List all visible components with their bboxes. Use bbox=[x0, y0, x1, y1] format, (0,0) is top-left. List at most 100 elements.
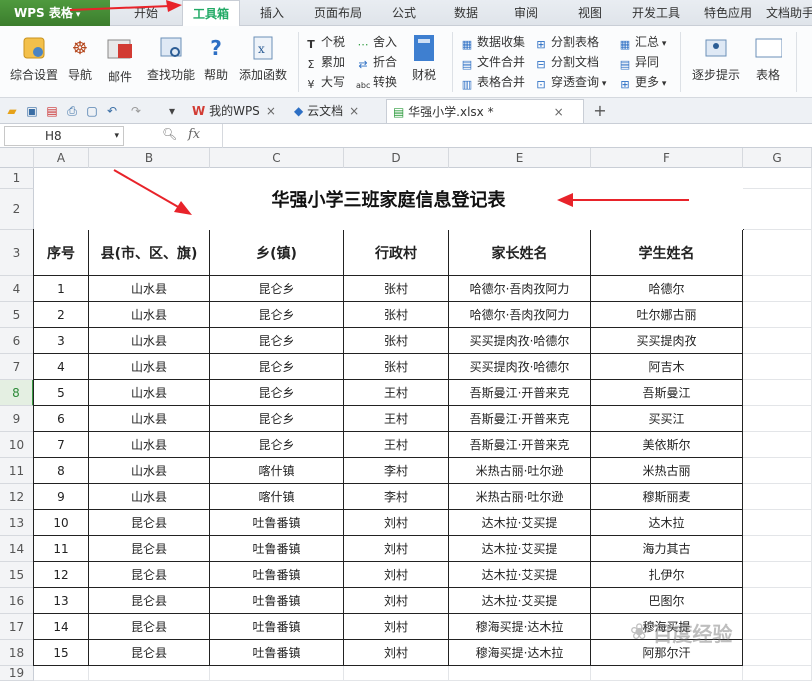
header-cell[interactable]: 学生姓名 bbox=[591, 230, 743, 276]
column-header[interactable]: A bbox=[34, 148, 89, 168]
step-hint-button[interactable]: 逐步提示 bbox=[686, 30, 746, 92]
table-cell[interactable]: 5 bbox=[34, 380, 89, 406]
convert-fold-button[interactable]: ⇄ 折合 bbox=[356, 52, 397, 72]
table-cell[interactable]: 15 bbox=[34, 640, 89, 666]
table-cell[interactable]: 穆海买提·达木拉 bbox=[449, 640, 591, 666]
table-cell[interactable]: 11 bbox=[34, 536, 89, 562]
table-cell[interactable]: 吾斯曼江 bbox=[591, 380, 743, 406]
table-cell[interactable]: 吐鲁番镇 bbox=[210, 588, 344, 614]
row-header[interactable]: 17 bbox=[0, 614, 34, 640]
table-cell[interactable]: 喀什镇 bbox=[210, 458, 344, 484]
more-button[interactable]: ⊞ 更多 ▾ bbox=[618, 72, 666, 92]
table-cell[interactable]: 1 bbox=[34, 276, 89, 302]
table-cell[interactable]: 达木拉·艾买提 bbox=[449, 588, 591, 614]
tab-data[interactable]: 数据 bbox=[444, 0, 488, 26]
select-all-corner[interactable] bbox=[0, 148, 34, 168]
table-cell[interactable]: 吐鲁番镇 bbox=[210, 562, 344, 588]
table-cell[interactable]: 米热古丽 bbox=[591, 458, 743, 484]
table-cell[interactable]: 山水县 bbox=[89, 276, 210, 302]
add-tab-button[interactable]: + bbox=[592, 103, 608, 119]
table-merge-button[interactable]: ▥ 表格合并 bbox=[460, 72, 525, 92]
table-cell[interactable]: 昆仑乡 bbox=[210, 432, 344, 458]
row-header[interactable]: 5 bbox=[0, 302, 34, 328]
table-cell[interactable]: 昆仑县 bbox=[89, 588, 210, 614]
table-cell[interactable]: 达木拉·艾买提 bbox=[449, 536, 591, 562]
table-cell[interactable]: 喀什镇 bbox=[210, 484, 344, 510]
table-cell[interactable]: 9 bbox=[34, 484, 89, 510]
table-cell[interactable]: 张村 bbox=[344, 328, 449, 354]
split-table-button[interactable]: ⊞ 分割表格 bbox=[534, 32, 606, 52]
table-cell[interactable]: 昆仑乡 bbox=[210, 380, 344, 406]
table-cell[interactable]: 刘村 bbox=[344, 588, 449, 614]
chevron-down-icon[interactable]: ▾ bbox=[164, 103, 180, 119]
row-header[interactable]: 14 bbox=[0, 536, 34, 562]
table-cell[interactable]: 吐鲁番镇 bbox=[210, 614, 344, 640]
tab-page-layout[interactable]: 页面布局 bbox=[304, 0, 372, 26]
table-cell[interactable]: 刘村 bbox=[344, 614, 449, 640]
row-header[interactable]: 13 bbox=[0, 510, 34, 536]
table-cell[interactable]: 吐鲁番镇 bbox=[210, 536, 344, 562]
close-icon[interactable]: × bbox=[554, 105, 564, 119]
drill-query-button[interactable]: ⊡ 穿透查询 ▾ bbox=[534, 72, 606, 92]
header-cell[interactable]: 行政村 bbox=[344, 230, 449, 276]
table-cell[interactable]: 阿吉木 bbox=[591, 354, 743, 380]
row-header[interactable]: 9 bbox=[0, 406, 34, 432]
header-cell[interactable]: 序号 bbox=[34, 230, 89, 276]
file-merge-button[interactable]: ▤ 文件合并 bbox=[460, 52, 525, 72]
table-cell[interactable]: 昆仑县 bbox=[89, 562, 210, 588]
row-header[interactable]: 4 bbox=[0, 276, 34, 302]
row-header[interactable]: 11 bbox=[0, 458, 34, 484]
table-cell[interactable]: 3 bbox=[34, 328, 89, 354]
table-cell[interactable]: 6 bbox=[34, 406, 89, 432]
round-button[interactable]: ⋯ 舍入 bbox=[356, 32, 398, 52]
table-cell[interactable]: 王村 bbox=[344, 380, 449, 406]
table-cell[interactable]: 买买提肉孜·哈德尔 bbox=[449, 328, 591, 354]
table-cell[interactable]: 2 bbox=[34, 302, 89, 328]
table-cell[interactable]: 扎伊尔 bbox=[591, 562, 743, 588]
table-cell[interactable]: 穆海买提·达木拉 bbox=[449, 614, 591, 640]
table-cell[interactable]: 王村 bbox=[344, 406, 449, 432]
table-cell[interactable]: 美依斯尔 bbox=[591, 432, 743, 458]
table-cell[interactable]: 李村 bbox=[344, 484, 449, 510]
row-header[interactable]: 1 bbox=[0, 168, 34, 189]
fx-icon[interactable]: fx bbox=[188, 127, 200, 142]
tab-toolbox[interactable]: 工具箱 bbox=[182, 0, 240, 27]
table-cell[interactable]: 刘村 bbox=[344, 536, 449, 562]
tab-insert[interactable]: 插入 bbox=[250, 0, 294, 26]
table-cell[interactable]: 刘村 bbox=[344, 640, 449, 666]
tab-review[interactable]: 审阅 bbox=[504, 0, 548, 26]
table-cell[interactable]: 昆仑乡 bbox=[210, 354, 344, 380]
table-button[interactable]: 表格 bbox=[748, 30, 788, 92]
row-header[interactable]: 6 bbox=[0, 328, 34, 354]
tax-button[interactable]: T 个税 bbox=[304, 32, 345, 52]
table-cell[interactable]: 昆仑乡 bbox=[210, 328, 344, 354]
table-cell[interactable]: 山水县 bbox=[89, 328, 210, 354]
tab-doc-assistant[interactable]: 文档助手 bbox=[766, 0, 812, 26]
column-header[interactable]: E bbox=[449, 148, 591, 168]
tab-workbook[interactable]: ▤ 华强小学.xlsx * × bbox=[386, 99, 584, 123]
table-cell[interactable]: 穆斯丽麦 bbox=[591, 484, 743, 510]
table-cell[interactable]: 8 bbox=[34, 458, 89, 484]
table-cell[interactable]: 昆仑乡 bbox=[210, 276, 344, 302]
row-header[interactable]: 8 bbox=[0, 380, 34, 406]
undo-icon[interactable]: ↶ bbox=[104, 103, 120, 119]
table-cell[interactable]: 昆仑乡 bbox=[210, 302, 344, 328]
tab-special[interactable]: 特色应用 bbox=[698, 0, 758, 26]
row-header[interactable]: 19 bbox=[0, 666, 34, 681]
transform-button[interactable]: abc 转换 bbox=[356, 72, 397, 92]
table-cell[interactable]: 昆仑县 bbox=[89, 536, 210, 562]
tab-my-wps[interactable]: W 我的WPS × bbox=[186, 99, 286, 123]
column-header[interactable]: B bbox=[89, 148, 210, 168]
table-cell[interactable]: 山水县 bbox=[89, 354, 210, 380]
close-icon[interactable]: × bbox=[266, 104, 276, 118]
column-header[interactable]: D bbox=[344, 148, 449, 168]
folder-icon[interactable]: ▰ bbox=[4, 103, 20, 119]
header-cell[interactable]: 县(市、区、旗) bbox=[89, 230, 210, 276]
table-cell[interactable]: 海力其古 bbox=[591, 536, 743, 562]
table-cell[interactable]: 买买提肉孜·哈德尔 bbox=[449, 354, 591, 380]
pdf-icon[interactable]: ▤ bbox=[44, 103, 60, 119]
help-button[interactable]: ? 帮助 bbox=[200, 30, 232, 92]
table-cell[interactable]: 13 bbox=[34, 588, 89, 614]
table-cell[interactable]: 山水县 bbox=[89, 380, 210, 406]
row-header[interactable]: 18 bbox=[0, 640, 34, 666]
